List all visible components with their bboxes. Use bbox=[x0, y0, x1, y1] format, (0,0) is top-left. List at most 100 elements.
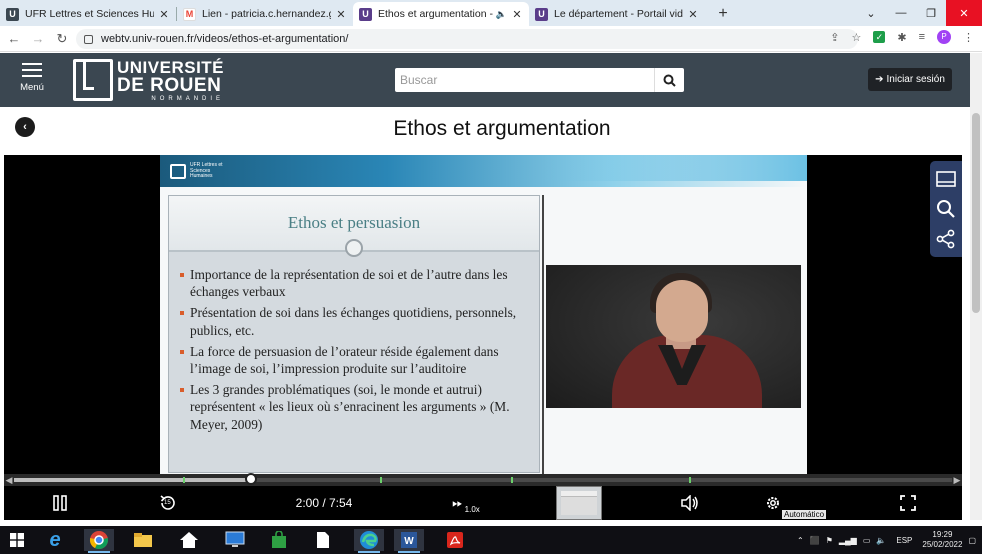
language-indicator[interactable]: ESP bbox=[896, 536, 912, 545]
timeline-start-arrow-icon[interactable]: ◀ bbox=[4, 475, 14, 485]
tab-ethos[interactable]: U Ethos et argumentation - Po 🔈 ✕ bbox=[353, 2, 529, 26]
url-text: webtv.univ-rouen.fr/videos/ethos-et-argu… bbox=[101, 33, 349, 45]
gmail-favicon-icon: M bbox=[183, 7, 196, 21]
search-icon bbox=[663, 74, 676, 87]
login-button[interactable]: ➔ Iniciar sesión bbox=[868, 68, 952, 91]
new-tab-plus-icon[interactable]: + bbox=[711, 2, 735, 26]
notifications-icon[interactable]: ▢ bbox=[968, 536, 976, 545]
bookmark-star-icon[interactable]: ☆ bbox=[851, 31, 861, 44]
profile-avatar[interactable]: P bbox=[937, 30, 951, 44]
search-input[interactable] bbox=[395, 68, 653, 92]
zoom-search-icon[interactable] bbox=[933, 196, 959, 222]
volume-icon bbox=[681, 495, 698, 511]
acrobat-pdf-icon[interactable] bbox=[440, 529, 470, 551]
tab-search-chevron-icon[interactable]: ⌄ bbox=[856, 0, 886, 26]
pause-button[interactable] bbox=[46, 486, 74, 520]
file-explorer-icon[interactable] bbox=[128, 529, 158, 551]
home-icon[interactable] bbox=[174, 529, 204, 551]
webtv-favicon-icon: U bbox=[359, 7, 372, 21]
window-controls: ⌄ — ❐ ✕ bbox=[856, 0, 982, 26]
scrubber-handle[interactable] bbox=[245, 473, 258, 485]
playback-speed-button[interactable]: ⏩︎ 1.0x bbox=[444, 486, 488, 520]
title-row: ‹ Ethos et argumentation bbox=[0, 107, 970, 152]
university-logo[interactable]: UNIVERSITÉ DE ROUEN NORMANDIE bbox=[73, 59, 225, 102]
chapter-marker[interactable] bbox=[182, 477, 185, 483]
fullscreen-icon bbox=[900, 495, 916, 511]
search-box bbox=[395, 68, 684, 92]
word-icon[interactable]: W bbox=[394, 529, 424, 553]
browser-tab-strip: U UFR Lettres et Sciences Humaines ✕ M L… bbox=[0, 0, 982, 26]
video-player[interactable]: UFR Lettres et Sciences Humaines Ethos e… bbox=[4, 155, 962, 520]
windows-start-icon[interactable] bbox=[2, 529, 32, 551]
slide-divider bbox=[542, 195, 544, 475]
share-network-icon[interactable] bbox=[933, 226, 959, 252]
chapter-marker[interactable] bbox=[689, 477, 692, 483]
volume-button[interactable] bbox=[676, 486, 704, 520]
speaker-icon[interactable]: 🔈 bbox=[496, 9, 507, 20]
tab-title: Ethos et argumentation - Po bbox=[378, 8, 493, 20]
fullscreen-button[interactable] bbox=[894, 486, 922, 520]
tab-title: Lien - patricia.c.hernandez.gr@g bbox=[202, 8, 331, 20]
timeline-played bbox=[14, 478, 252, 482]
logo-line3: NORMANDIE bbox=[151, 95, 225, 102]
slide-logo-text: UFR Lettres et Sciences Humaines bbox=[190, 162, 223, 179]
chapter-marker[interactable] bbox=[511, 477, 514, 483]
kebab-menu-icon[interactable]: ⋮ bbox=[963, 31, 974, 44]
document-icon[interactable] bbox=[308, 529, 338, 551]
page-scrollbar[interactable] bbox=[970, 53, 982, 520]
timeline-end-arrow-icon[interactable]: ▶ bbox=[952, 475, 962, 485]
reading-list-icon[interactable]: ≡ bbox=[919, 31, 925, 43]
share-icon[interactable]: ⇪ bbox=[830, 31, 839, 44]
tab-departement[interactable]: U Le département - Portail vidéo de ✕ bbox=[529, 2, 705, 26]
progress-timeline[interactable]: ◀ ▶ bbox=[4, 473, 962, 486]
player-side-toolbar bbox=[930, 161, 962, 257]
chapter-marker[interactable] bbox=[379, 477, 382, 483]
restore-icon[interactable]: ❐ bbox=[916, 0, 946, 26]
extension-check-icon[interactable]: ✓ bbox=[873, 31, 886, 43]
login-label: Iniciar sesión bbox=[886, 74, 945, 85]
page-title: Ethos et argumentation bbox=[393, 117, 611, 140]
layout-toggle-icon[interactable] bbox=[933, 166, 959, 192]
reload-icon[interactable]: ↻ bbox=[50, 31, 74, 47]
lock-icon[interactable] bbox=[84, 34, 93, 44]
search-button[interactable] bbox=[654, 68, 684, 92]
internet-explorer-icon[interactable]: e bbox=[40, 529, 70, 551]
close-window-icon[interactable]: ✕ bbox=[946, 0, 982, 26]
tab-close-icon[interactable]: ✕ bbox=[511, 8, 523, 21]
store-bag-icon[interactable] bbox=[264, 529, 294, 551]
url-field[interactable]: webtv.univ-rouen.fr/videos/ethos-et-argu… bbox=[76, 29, 858, 49]
speed-label: 1.0x bbox=[464, 504, 480, 514]
logo-mark-icon bbox=[73, 59, 113, 101]
slide-circle-ornament bbox=[345, 239, 363, 257]
slide-bullet-list: Importance de la représentation de soi e… bbox=[179, 266, 531, 437]
tray-chevron-icon[interactable]: ⌃ bbox=[797, 536, 804, 545]
tab-close-icon[interactable]: ✕ bbox=[687, 8, 699, 21]
desktop-monitor-icon[interactable] bbox=[220, 529, 250, 551]
tab-gmail[interactable]: M Lien - patricia.c.hernandez.gr@g ✕ bbox=[177, 2, 353, 26]
tab-ufr[interactable]: U UFR Lettres et Sciences Humaines ✕ bbox=[0, 2, 176, 26]
tray-volume-icon[interactable]: 🔈 bbox=[876, 536, 886, 545]
rewind-15-button[interactable]: 15 bbox=[154, 486, 182, 520]
chrome-icon[interactable] bbox=[84, 529, 114, 553]
forward-arrow-icon[interactable]: → bbox=[26, 31, 50, 46]
extensions-puzzle-icon[interactable]: ✱ bbox=[897, 31, 906, 44]
menu-label: Menú bbox=[20, 82, 44, 93]
menu-button[interactable]: Menú bbox=[18, 63, 46, 93]
edge-icon[interactable] bbox=[354, 529, 384, 553]
tab-close-icon[interactable]: ✕ bbox=[158, 8, 170, 21]
tray-app-icon[interactable]: ⬛ bbox=[810, 536, 820, 545]
back-arrow-icon[interactable]: ← bbox=[2, 31, 26, 46]
tab-close-icon[interactable]: ✕ bbox=[335, 8, 347, 21]
slide-thumbnail-preview[interactable] bbox=[556, 486, 602, 520]
clock[interactable]: 19:29 25/02/2022 bbox=[922, 530, 962, 550]
tray-network-icon[interactable]: ▂▄▆ bbox=[839, 536, 857, 545]
minimize-icon[interactable]: — bbox=[886, 0, 916, 26]
site-header: Menú UNIVERSITÉ DE ROUEN NORMANDIE ➔ Ini… bbox=[0, 53, 970, 107]
sign-in-icon: ➔ bbox=[875, 74, 884, 85]
system-tray: ⌃ ⬛ ⚑ ▂▄▆ ▭ 🔈 ESP 19:29 25/02/2022 ▢ bbox=[797, 528, 976, 552]
screen: U UFR Lettres et Sciences Humaines ✕ M L… bbox=[0, 0, 982, 554]
tray-battery-icon[interactable]: ▭ bbox=[863, 536, 871, 545]
slide-heading: Ethos et persuasion bbox=[287, 213, 421, 232]
scrollbar-thumb[interactable] bbox=[972, 113, 980, 313]
tray-flag-icon[interactable]: ⚑ bbox=[826, 536, 833, 545]
